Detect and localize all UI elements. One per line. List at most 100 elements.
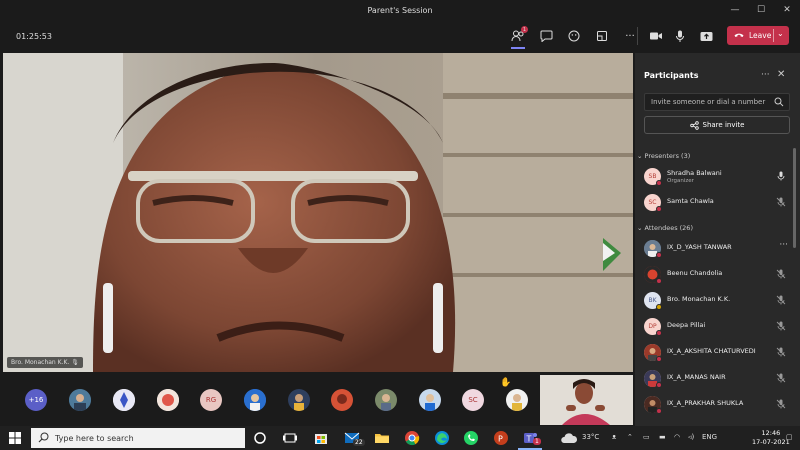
language-indicator[interactable]: ENG [702, 433, 717, 441]
close-icon[interactable]: ✕ [777, 69, 785, 80]
camera-button[interactable] [646, 26, 666, 46]
clock-time: 12:46 [761, 429, 781, 437]
speaker-video-image [3, 53, 633, 372]
participant-row[interactable]: Beenu Chandolia [644, 263, 790, 287]
participant-row[interactable]: SC Samta Chawla [644, 191, 790, 215]
reactions-button[interactable] [564, 26, 584, 46]
teams-window: Parent's Session — ☐ ✕ 01:25:53 1 ··· Le… [0, 0, 800, 426]
panel-more-icon[interactable]: ··· [761, 70, 770, 80]
meeting-timer: 01:25:53 [16, 31, 52, 41]
participant-name: Beenu Chandolia [667, 269, 723, 277]
presence-dot [656, 356, 662, 362]
drive-icon[interactable]: ▭ [643, 433, 650, 441]
avatar-initials: SC [648, 199, 657, 206]
leave-divider [773, 29, 774, 42]
close-window-icon[interactable]: ✕ [774, 0, 800, 20]
weather-cloud-icon[interactable] [560, 431, 578, 445]
participant-row[interactable]: IX_A_PRAKHAR SHUKLA [644, 393, 790, 417]
chrome-icon[interactable] [404, 430, 420, 446]
edge-icon[interactable] [434, 430, 450, 446]
file-explorer-icon[interactable] [374, 430, 390, 446]
avatar-photo-icon [506, 389, 528, 411]
raised-hand-icon: ✋ [500, 378, 512, 388]
participant-row[interactable]: BK Bro. Monachan K.K. [644, 289, 790, 313]
volume-icon[interactable]: ◃) [688, 433, 694, 441]
rooms-button[interactable] [592, 26, 612, 46]
avatar-initials: SC [468, 396, 478, 404]
whatsapp-icon[interactable] [463, 430, 479, 446]
windows-start-icon[interactable] [9, 432, 21, 444]
presenters-header[interactable]: ⌄ Presenters (3) [637, 152, 690, 160]
participant-name: IX_A_MANAS NAIR [667, 373, 726, 381]
main-video-feed[interactable]: Bro. Monachan K.K. 🎙 [3, 53, 633, 372]
participant-name: IX_A_PRAKHAR SHUKLA [667, 399, 744, 407]
mic-button[interactable] [670, 26, 690, 46]
speaker-name-tag: Bro. Monachan K.K. 🎙 [7, 357, 83, 368]
participant-avatar[interactable] [506, 389, 528, 411]
participant-avatar[interactable] [157, 389, 179, 411]
taskbar-clock[interactable]: 12:46 17-07-2021 [752, 429, 790, 447]
store-icon[interactable] [313, 430, 329, 446]
more-options-icon[interactable]: ··· [779, 240, 788, 250]
participant-avatar-initials[interactable]: SC [462, 389, 484, 411]
participant-avatar[interactable] [244, 389, 266, 411]
self-view-video[interactable] [540, 375, 633, 425]
share-screen-button[interactable] [696, 26, 716, 46]
leave-label: Leave [749, 31, 772, 40]
participants-button[interactable]: 1 [508, 26, 528, 49]
overflow-participants-button[interactable]: +16 [25, 389, 47, 411]
participant-avatar[interactable] [288, 389, 310, 411]
avatar-photo-icon [375, 389, 397, 411]
participant-row[interactable]: SB Shradha Balwani Organizer [644, 165, 790, 189]
taskbar-search-box[interactable]: Type here to search [31, 428, 245, 448]
search-placeholder: Type here to search [55, 433, 134, 443]
participant-name: Deepa Pillai [667, 321, 706, 329]
maximize-icon[interactable]: ☐ [748, 0, 774, 20]
participants-panel: Participants ··· ✕ Invite someone or dia… [635, 53, 800, 426]
show-hidden-icons-icon[interactable]: ⌃ [627, 433, 633, 441]
mail-badge: 22 [353, 439, 365, 446]
presence-dot [656, 330, 662, 336]
task-view-icon[interactable] [282, 430, 298, 446]
participant-row[interactable]: IX_D_YASH TANWAR ··· [644, 237, 790, 261]
participant-avatar[interactable] [419, 389, 441, 411]
presence-dot [656, 408, 662, 414]
invite-input[interactable]: Invite someone or dial a number [644, 93, 790, 111]
meeting-controls: 1 ··· [508, 26, 640, 49]
participant-row[interactable]: IX_A_MANAS NAIR [644, 367, 790, 391]
participant-name: Shradha Balwani [667, 169, 722, 177]
invite-placeholder: Invite someone or dial a number [651, 98, 766, 106]
breakout-rooms-icon [597, 31, 607, 41]
participant-role: Organizer [667, 178, 694, 184]
leave-button[interactable]: Leave ⌄ [727, 26, 789, 45]
battery-icon[interactable]: ▬ [659, 433, 666, 441]
search-icon [38, 432, 49, 443]
chevron-down-icon[interactable]: ⌄ [777, 29, 784, 38]
cortana-icon[interactable] [252, 430, 268, 446]
participant-avatar[interactable] [375, 389, 397, 411]
mic-muted-icon [776, 321, 786, 331]
temperature[interactable]: 33°C [582, 433, 599, 441]
mic-muted-icon [776, 269, 786, 279]
wifi-icon[interactable]: ◠ [674, 433, 680, 441]
attendees-header[interactable]: ⌄ Attendees (26) [637, 224, 693, 232]
avatar-photo-icon [288, 389, 310, 411]
participant-avatar[interactable] [69, 389, 91, 411]
people-tray-icon[interactable]: ᴥ [612, 433, 616, 441]
powerpoint-icon[interactable]: P [493, 430, 509, 446]
participant-avatar-initials[interactable]: RG [200, 389, 222, 411]
chat-icon [540, 30, 552, 42]
minimize-icon[interactable]: — [722, 0, 748, 20]
avatar-initials: DP [648, 323, 657, 330]
participant-avatar[interactable] [113, 389, 135, 411]
participant-name: Samta Chawla [667, 197, 714, 205]
panel-scrollbar[interactable] [793, 148, 796, 248]
participant-name: IX_D_YASH TANWAR [667, 243, 732, 251]
notifications-icon[interactable]: ▢ [786, 433, 793, 441]
participant-row[interactable]: IX_A_AKSHITA CHATURVEDI [644, 341, 790, 365]
participant-avatar[interactable] [331, 389, 353, 411]
share-invite-button[interactable]: Share invite [644, 116, 790, 134]
participant-row[interactable]: DP Deepa Pillai [644, 315, 790, 339]
presenters-header-text: Presenters (3) [644, 152, 691, 160]
chat-button[interactable] [536, 26, 556, 46]
